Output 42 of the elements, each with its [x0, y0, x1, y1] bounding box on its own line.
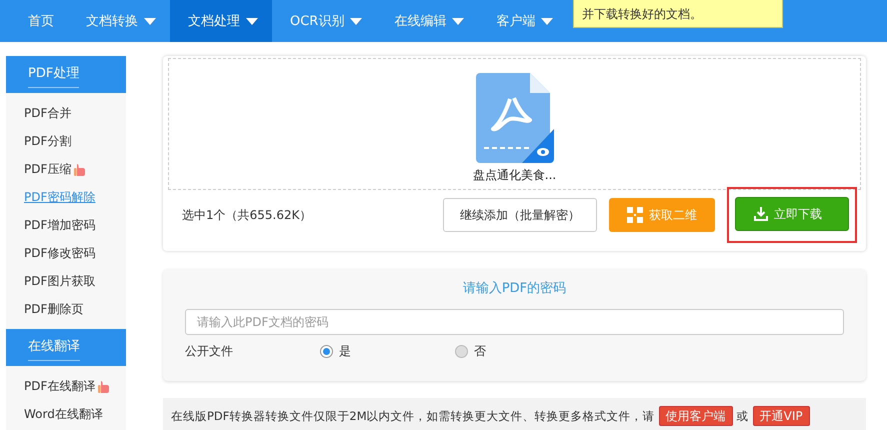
- sidebar-link[interactable]: PDF图片获取: [24, 272, 96, 290]
- tooltip: 并下载转换好的文档。: [573, 0, 783, 28]
- caret-icon: [144, 18, 156, 24]
- radio-label: 否: [474, 342, 486, 360]
- nav-tab[interactable]: 客户端: [478, 0, 568, 42]
- vip-button[interactable]: 开通VIP: [752, 406, 810, 426]
- pdf-file-icon: [476, 72, 554, 162]
- password-title: 请输入PDF的密码: [462, 280, 568, 298]
- qr-code-icon: [627, 207, 643, 223]
- sidebar-link[interactable]: Word在线翻译: [24, 406, 103, 422]
- section-title: 在线翻译: [28, 334, 80, 360]
- sidebar-link[interactable]: PDF增加密码: [24, 216, 96, 234]
- download-button[interactable]: 立即下载: [735, 197, 849, 231]
- public-file-label: 公开文件: [185, 342, 234, 360]
- sidebar-link[interactable]: PDF密码解除: [24, 188, 96, 206]
- section-title: PDF处理: [28, 62, 80, 88]
- caret-icon: [541, 18, 554, 24]
- password-field[interactable]: 请输入此PDF文档的密码: [185, 309, 844, 335]
- sidebar-link[interactable]: PDF合并: [24, 104, 72, 122]
- nav-tab[interactable]: 文档处理: [170, 0, 272, 42]
- radio-button[interactable]: [320, 344, 333, 358]
- nav-tab[interactable]: OCR识别: [272, 0, 376, 42]
- caret-icon: [350, 18, 362, 24]
- radio-button[interactable]: [455, 344, 468, 358]
- radio-label: 是: [339, 342, 351, 360]
- sidebar-link[interactable]: PDF删除页: [24, 300, 84, 318]
- nav-tab[interactable]: 首页: [10, 0, 68, 42]
- caret-icon: [452, 18, 464, 24]
- download-icon: [754, 207, 768, 221]
- nav-tab[interactable]: 在线编辑: [376, 0, 478, 42]
- caret-icon: [246, 18, 258, 24]
- sidebar-link[interactable]: PDF分割: [24, 132, 72, 150]
- or-text: 或: [736, 408, 749, 424]
- file-name: 盘点通化美食...: [472, 166, 556, 184]
- selection-summary: 选中1个（共655.62K）: [182, 206, 312, 224]
- client-button[interactable]: 使用客户端: [658, 406, 733, 426]
- nav-tab[interactable]: 文档转换: [68, 0, 170, 42]
- sidebar-link[interactable]: PDF在线翻译: [24, 378, 96, 394]
- sidebar-link[interactable]: PDF修改密码: [24, 244, 96, 262]
- sidebar-link[interactable]: PDF压缩: [24, 160, 72, 178]
- notice-text: 在线版PDF转换器转换文件仅限于2M以内文件，如需转换更大文件、转换更多格式文件，请: [171, 408, 655, 424]
- add-more-button[interactable]: 继续添加（批量解密）: [443, 198, 597, 232]
